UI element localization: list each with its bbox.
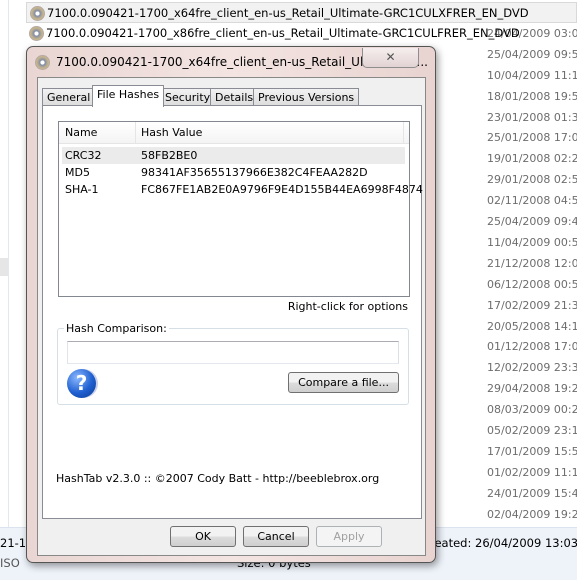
date-modified: 12/02/2009 23:31 — [487, 361, 577, 375]
details-created: reated: 26/04/2009 13:03 — [430, 536, 577, 550]
tab-details[interactable]: Details — [210, 88, 259, 106]
date-modified: 25/01/2008 17:06 — [487, 131, 577, 145]
file-hashes-panel: Name Hash Value CRC32 58FB2BE0 MD5 98341… — [42, 105, 423, 519]
date-modified: 23/01/2008 01:37 — [487, 110, 577, 124]
close-button[interactable]: ✕ — [362, 48, 419, 68]
column-header-hash-value[interactable]: Hash Value — [141, 126, 202, 139]
date-modified: 25/04/2009 09:52 — [487, 47, 577, 61]
hash-list-header: Name Hash Value — [59, 122, 409, 144]
disc-image-icon — [35, 55, 50, 70]
date-modified: 29/01/2008 02:52 — [487, 173, 577, 187]
hash-name: CRC32 — [65, 149, 102, 162]
disc-image-icon — [29, 26, 44, 41]
close-icon: ✕ — [385, 50, 396, 64]
tab-file-hashes[interactable]: File Hashes — [92, 85, 165, 107]
right-click-hint: Right-click for options — [287, 300, 408, 313]
date-modified: 10/04/2009 11:11 — [487, 68, 577, 82]
cancel-button[interactable]: Cancel — [243, 526, 309, 547]
hash-value: FC867FE1AB2E0A9796F9E4D155B44EA6998F4874 — [141, 183, 423, 196]
file-name: 7100.0.090421-1700_x64fre_client_en-us_R… — [47, 6, 529, 20]
tab-previous-versions[interactable]: Previous Versions — [253, 88, 360, 106]
details-filetype: ISO — [0, 556, 20, 570]
hash-name: MD5 — [65, 166, 90, 179]
date-modified: 17/02/2009 21:39 — [487, 298, 577, 312]
hash-comparison-group: Hash Comparison: ? Compare a file... — [57, 322, 409, 405]
properties-dialog: 7100.0.090421-1700_x64fre_client_en-us_R… — [26, 46, 436, 563]
hash-value: 58FB2BE0 — [141, 149, 198, 162]
column-header-name[interactable]: Name — [65, 126, 97, 139]
date-modified: 05/02/2009 23:11 — [487, 424, 577, 437]
hash-row-crc32[interactable]: CRC32 58FB2BE0 — [62, 147, 405, 164]
date-modified: 02/11/2008 04:50 — [487, 194, 577, 208]
date-modified: 02/04/2009 19:24 — [487, 507, 577, 521]
tab-security[interactable]: Security — [160, 88, 216, 106]
hash-row-sha1[interactable]: SHA-1 FC867FE1AB2E0A9796F9E4D155B44EA699… — [62, 181, 423, 198]
hash-comparison-label: Hash Comparison: — [64, 322, 169, 335]
date-modified: 19/01/2008 02:23 — [487, 152, 577, 166]
ok-button[interactable]: OK — [170, 526, 236, 547]
column-divider[interactable] — [403, 122, 404, 144]
file-row[interactable]: 7100.0.090421-1700_x64fre_client_en-us_R… — [26, 2, 577, 23]
date-modified: 20/05/2008 14:12 — [487, 319, 577, 333]
date-modified: 21/12/2008 12:06 — [487, 256, 577, 270]
date-modified: 01/12/2008 17:08 — [487, 340, 577, 354]
hash-row-md5[interactable]: MD5 98341AF35655137966E382C4FEAA282D — [62, 164, 405, 181]
hashtab-credits: HashTab v2.3.0 :: ©2007 Cody Batt - http… — [56, 472, 380, 485]
date-modified: 18/01/2008 19:51 — [487, 89, 577, 103]
nav-item[interactable] — [0, 258, 8, 276]
hash-comparison-input[interactable] — [67, 341, 399, 364]
compare-file-button[interactable]: Compare a file... — [288, 372, 399, 393]
date-modified: 29/04/2008 19:22 — [487, 382, 577, 396]
dialog-client: General File Hashes Security Details Pre… — [37, 77, 426, 556]
date-modified: 25/04/2009 09:47 — [487, 215, 577, 228]
tab-general[interactable]: General — [42, 88, 96, 106]
date-modified: 17/01/2009 15:54 — [487, 444, 577, 458]
help-question-icon[interactable]: ? — [67, 369, 96, 398]
date-modified: 24/01/2009 15:44 — [487, 486, 577, 500]
file-row[interactable]: 7100.0.090421-1700_x86fre_client_en-us_R… — [26, 23, 577, 44]
navigation-pane-edge — [0, 0, 9, 527]
hash-list[interactable]: Name Hash Value CRC32 58FB2BE0 MD5 98341… — [58, 121, 423, 297]
file-name: 7100.0.090421-1700_x86fre_client_en-us_R… — [46, 26, 520, 40]
apply-button[interactable]: Apply — [316, 526, 382, 547]
date-modified: 08/03/2009 00:24 — [487, 403, 577, 417]
date-modified: 01/02/2009 11:12 — [487, 465, 577, 479]
date-modified: 06/12/2008 00:54 — [487, 277, 577, 291]
disc-image-icon — [30, 6, 45, 21]
hash-name: SHA-1 — [65, 183, 99, 196]
date-modified: 11/04/2009 00:55 — [487, 235, 577, 249]
column-divider[interactable] — [135, 122, 136, 144]
hash-value: 98341AF35655137966E382C4FEAA282D — [141, 166, 368, 179]
